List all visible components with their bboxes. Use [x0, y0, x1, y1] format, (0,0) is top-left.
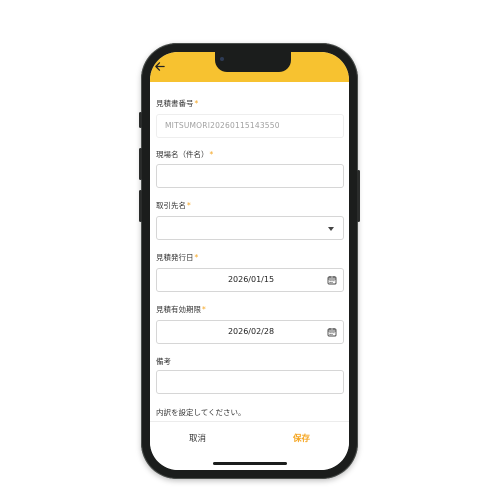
breakdown-note: 内訳を設定してください。 [156, 408, 246, 417]
remarks-label: 備考 [156, 357, 171, 366]
expiry-date-input[interactable]: 2026/02/28 [156, 320, 344, 344]
expiry-date-label: 見積有効期限* [156, 305, 206, 314]
required-mark: * [194, 99, 199, 108]
required-mark: * [209, 150, 214, 159]
site-name-input[interactable] [156, 164, 344, 188]
client-select[interactable] [156, 216, 344, 240]
expiry-date-value: 2026/02/28 [227, 327, 275, 336]
issue-date-label: 見積発行日* [156, 253, 199, 262]
site-name-label: 現場名（件名）* [156, 150, 214, 159]
power-button [357, 170, 360, 222]
required-mark: * [194, 253, 199, 262]
required-mark: * [187, 201, 191, 210]
required-mark: * [202, 305, 206, 314]
volume-up-button [139, 148, 142, 180]
cancel-button[interactable]: 取消 [170, 430, 225, 446]
phone-screen: 見積書番号* MITSUMORI20260115143550 現場名（件名）* … [150, 52, 349, 470]
silent-switch [139, 112, 142, 128]
calendar-icon[interactable] [327, 275, 337, 285]
issue-date-input[interactable]: 2026/01/15 [156, 268, 344, 292]
client-name-label: 取引先名* [156, 201, 191, 210]
remarks-input[interactable] [156, 370, 344, 394]
estimate-number-value: MITSUMORI20260115143550 [165, 121, 280, 130]
issue-date-value: 2026/01/15 [227, 275, 275, 284]
estimate-number-label: 見積書番号* [156, 99, 199, 108]
save-button[interactable]: 保存 [274, 430, 329, 446]
home-indicator[interactable] [213, 462, 287, 465]
back-button[interactable] [152, 59, 166, 73]
arrow-left-icon [154, 61, 165, 71]
estimate-number-field: MITSUMORI20260115143550 [156, 114, 344, 138]
calendar-icon[interactable] [327, 327, 337, 337]
volume-down-button [139, 190, 142, 222]
phone-notch [215, 52, 291, 72]
front-camera [220, 57, 224, 61]
chevron-down-icon [328, 227, 334, 231]
